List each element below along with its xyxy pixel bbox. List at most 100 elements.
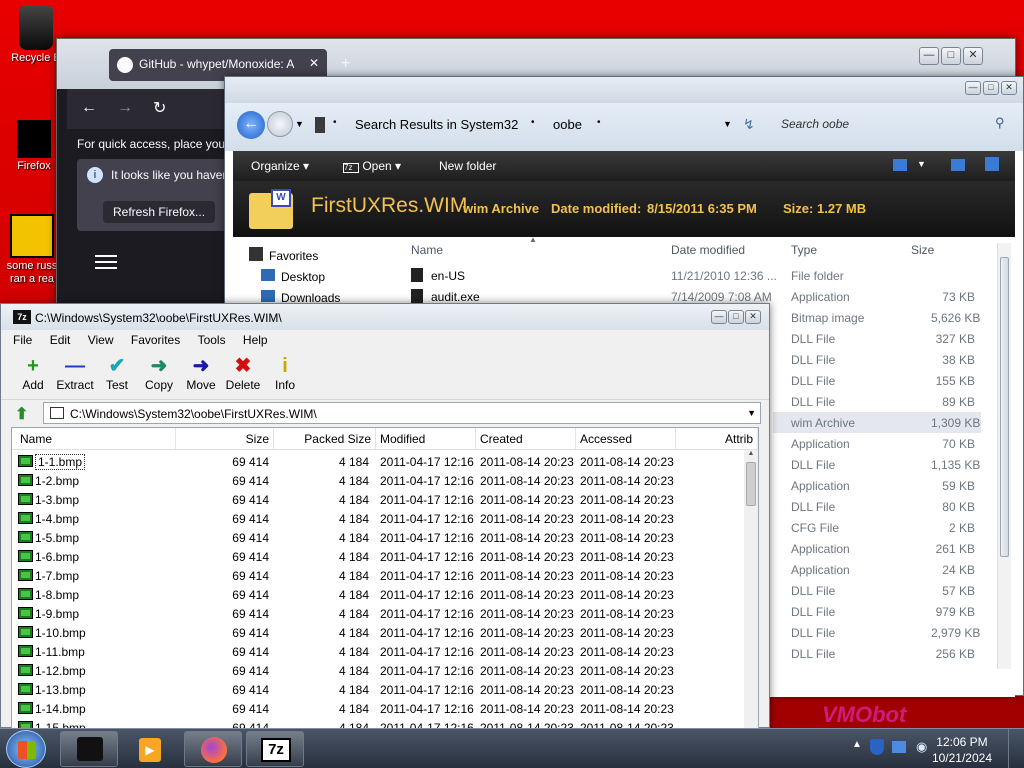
taskbar-7zip-button[interactable]: 7z <box>246 731 304 767</box>
new-tab-button[interactable]: + <box>341 55 350 73</box>
archive-row[interactable]: 1-12.bmp 69 414 4 184 2011-04-17 12:16 2011-… <box>12 662 744 681</box>
column-size[interactable]: Size <box>911 243 934 257</box>
path-dropdown-icon[interactable]: ▼ <box>747 408 756 418</box>
archive-row[interactable]: 1-2.bmp 69 414 4 184 2011-04-17 12:16 2011-0… <box>12 472 744 491</box>
taskbar-explorer-button[interactable] <box>60 731 118 767</box>
up-folder-icon[interactable]: ⬆ <box>15 404 28 424</box>
organize-button[interactable]: Organize ▾ <box>251 159 309 173</box>
start-button[interactable] <box>6 730 46 768</box>
column-size[interactable]: Size <box>176 428 274 450</box>
minimize-button[interactable]: — <box>919 47 939 65</box>
column-type[interactable]: Type <box>791 243 817 257</box>
back-button[interactable]: ← <box>237 111 265 139</box>
scrollbar-thumb[interactable] <box>746 462 756 506</box>
forward-icon[interactable]: → <box>117 99 133 117</box>
archive-row[interactable]: 1-1.bmp 69 414 4 184 2011-04-17 12:16 2011-0… <box>12 453 744 472</box>
info-button[interactable]: i Info <box>263 354 307 392</box>
close-button[interactable]: ✕ <box>745 310 761 324</box>
archive-row[interactable]: 1-11.bmp 69 414 4 184 2011-04-17 12:16 2011-… <box>12 643 744 662</box>
address-dropdown-icon[interactable]: ▼ <box>723 119 732 129</box>
vertical-scrollbar[interactable]: ▲ <box>744 450 758 728</box>
delete-button[interactable]: ✖ Delete <box>221 354 265 392</box>
close-button[interactable]: ✕ <box>1001 81 1017 95</box>
taskbar-firefox-button[interactable] <box>184 731 242 767</box>
add-button[interactable]: + Add <box>11 354 55 392</box>
refresh-firefox-button[interactable]: Refresh Firefox... <box>103 201 216 223</box>
column-name[interactable]: Name <box>411 243 443 257</box>
menu-tools[interactable]: Tools <box>191 330 233 347</box>
maximize-button[interactable]: □ <box>728 310 744 324</box>
system-clock[interactable]: 12:06 PM 10/21/2024 <box>932 734 992 766</box>
extract-button[interactable]: — Extract <box>53 354 97 392</box>
maximize-button[interactable]: □ <box>941 47 961 65</box>
reload-icon[interactable]: ↻ <box>153 98 166 118</box>
recent-pages-chevron-icon[interactable]: ▼ <box>295 119 304 129</box>
hamburger-menu-icon[interactable] <box>95 255 117 269</box>
archive-row[interactable]: 1-5.bmp 69 414 4 184 2011-04-17 12:16 2011-0… <box>12 529 744 548</box>
archive-row[interactable]: 1-13.bmp 69 414 4 184 2011-04-17 12:16 2011-… <box>12 681 744 700</box>
scrollbar-thumb[interactable] <box>1000 257 1009 557</box>
archive-row[interactable]: 1-4.bmp 69 414 4 184 2011-04-17 12:16 2011-0… <box>12 510 744 529</box>
column-accessed[interactable]: Accessed <box>576 428 676 450</box>
column-created[interactable]: Created <box>476 428 576 450</box>
menu-favorites[interactable]: Favorites <box>124 330 187 347</box>
details-date-value: 8/15/2011 6:35 PM <box>647 201 757 216</box>
copy-button[interactable]: ➜ Copy <box>137 354 181 392</box>
explorer-titlebar[interactable]: — □ ✕ <box>225 77 1023 103</box>
volume-icon[interactable]: ◉ <box>916 739 927 755</box>
column-packed-size[interactable]: Packed Size <box>274 428 376 450</box>
column-date[interactable]: Date modified <box>671 243 745 257</box>
menu-help[interactable]: Help <box>236 330 275 347</box>
view-dropdown-icon[interactable]: ▼ <box>917 159 926 169</box>
search-input[interactable]: Search oobe <box>781 117 849 131</box>
maximize-button[interactable]: □ <box>983 81 999 95</box>
refresh-icon[interactable]: ↯ <box>743 116 755 133</box>
preview-pane-icon[interactable] <box>951 159 965 171</box>
archive-row[interactable]: 1-10.bmp 69 414 4 184 2011-04-17 12:16 2011-… <box>12 624 744 643</box>
move-button[interactable]: ➜ Move <box>179 354 223 392</box>
file-shortcut[interactable]: some russ ran a rea <box>0 214 64 286</box>
test-button[interactable]: ✔ Test <box>95 354 139 392</box>
network-icon[interactable] <box>892 741 906 753</box>
archive-row[interactable]: 1-8.bmp 69 414 4 184 2011-04-17 12:16 2011-0… <box>12 586 744 605</box>
back-icon[interactable]: ← <box>81 99 97 117</box>
archive-row[interactable]: 1-7.bmp 69 414 4 184 2011-04-17 12:16 2011-0… <box>12 567 744 586</box>
show-desktop-button[interactable] <box>1008 729 1024 768</box>
sevenzip-window[interactable]: 7z C:\Windows\System32\oobe\FirstUXRes.W… <box>0 303 770 729</box>
open-button[interactable]: 7z Open ▾ <box>343 159 401 173</box>
vertical-scrollbar[interactable] <box>997 243 1011 669</box>
search-icon[interactable]: ⚲ <box>995 115 1005 131</box>
help-icon[interactable] <box>985 157 999 171</box>
archive-row[interactable]: 1-6.bmp 69 414 4 184 2011-04-17 12:16 2011-0… <box>12 548 744 567</box>
path-input[interactable]: C:\Windows\System32\oobe\FirstUXRes.WIM\… <box>43 402 761 424</box>
column-modified[interactable]: Modified <box>376 428 476 450</box>
explorer-file-row[interactable]: en-US 11/21/2010 12:36 ... File folder <box>233 265 993 286</box>
archive-row[interactable]: 1-3.bmp 69 414 4 184 2011-04-17 12:16 2011-0… <box>12 491 744 510</box>
file-type: Application <box>791 563 850 577</box>
nav-favorites[interactable]: Favorites <box>269 249 318 263</box>
minimize-button[interactable]: — <box>965 81 981 95</box>
taskbar-mediaplayer-button[interactable]: ▶ <box>122 731 180 767</box>
column-attrib[interactable]: Attrib <box>676 428 758 450</box>
breadcrumb-oobe[interactable]: oobe <box>553 117 582 132</box>
sevenzip-titlebar[interactable]: 7z C:\Windows\System32\oobe\FirstUXRes.W… <box>1 304 769 330</box>
explorer-file-row[interactable]: wim Archive 1,309 KB <box>773 412 981 433</box>
cell-modified: 2011-04-17 12:16 <box>380 607 474 621</box>
close-tab-icon[interactable]: ✕ <box>309 56 319 70</box>
archive-row[interactable]: 1-9.bmp 69 414 4 184 2011-04-17 12:16 2011-0… <box>12 605 744 624</box>
new-folder-button[interactable]: New folder <box>439 159 496 173</box>
view-options-icon[interactable] <box>893 159 907 171</box>
show-hidden-icons[interactable]: ▲ <box>852 739 862 750</box>
forward-button[interactable] <box>267 111 293 137</box>
column-name[interactable]: Name <box>12 428 176 450</box>
archive-row[interactable]: 1-14.bmp 69 414 4 184 2011-04-17 12:16 2011-… <box>12 700 744 719</box>
menu-file[interactable]: File <box>1 330 39 347</box>
cell-created: 2011-08-14 20:23 <box>480 512 574 526</box>
close-button[interactable]: ✕ <box>963 47 983 65</box>
minimize-button[interactable]: — <box>711 310 727 324</box>
breadcrumb-search-results[interactable]: Search Results in System32 <box>355 117 518 132</box>
security-shield-icon[interactable] <box>870 739 884 755</box>
menu-view[interactable]: View <box>81 330 121 347</box>
menu-edit[interactable]: Edit <box>43 330 78 347</box>
scrollbar-up-icon[interactable]: ▲ <box>744 450 758 462</box>
